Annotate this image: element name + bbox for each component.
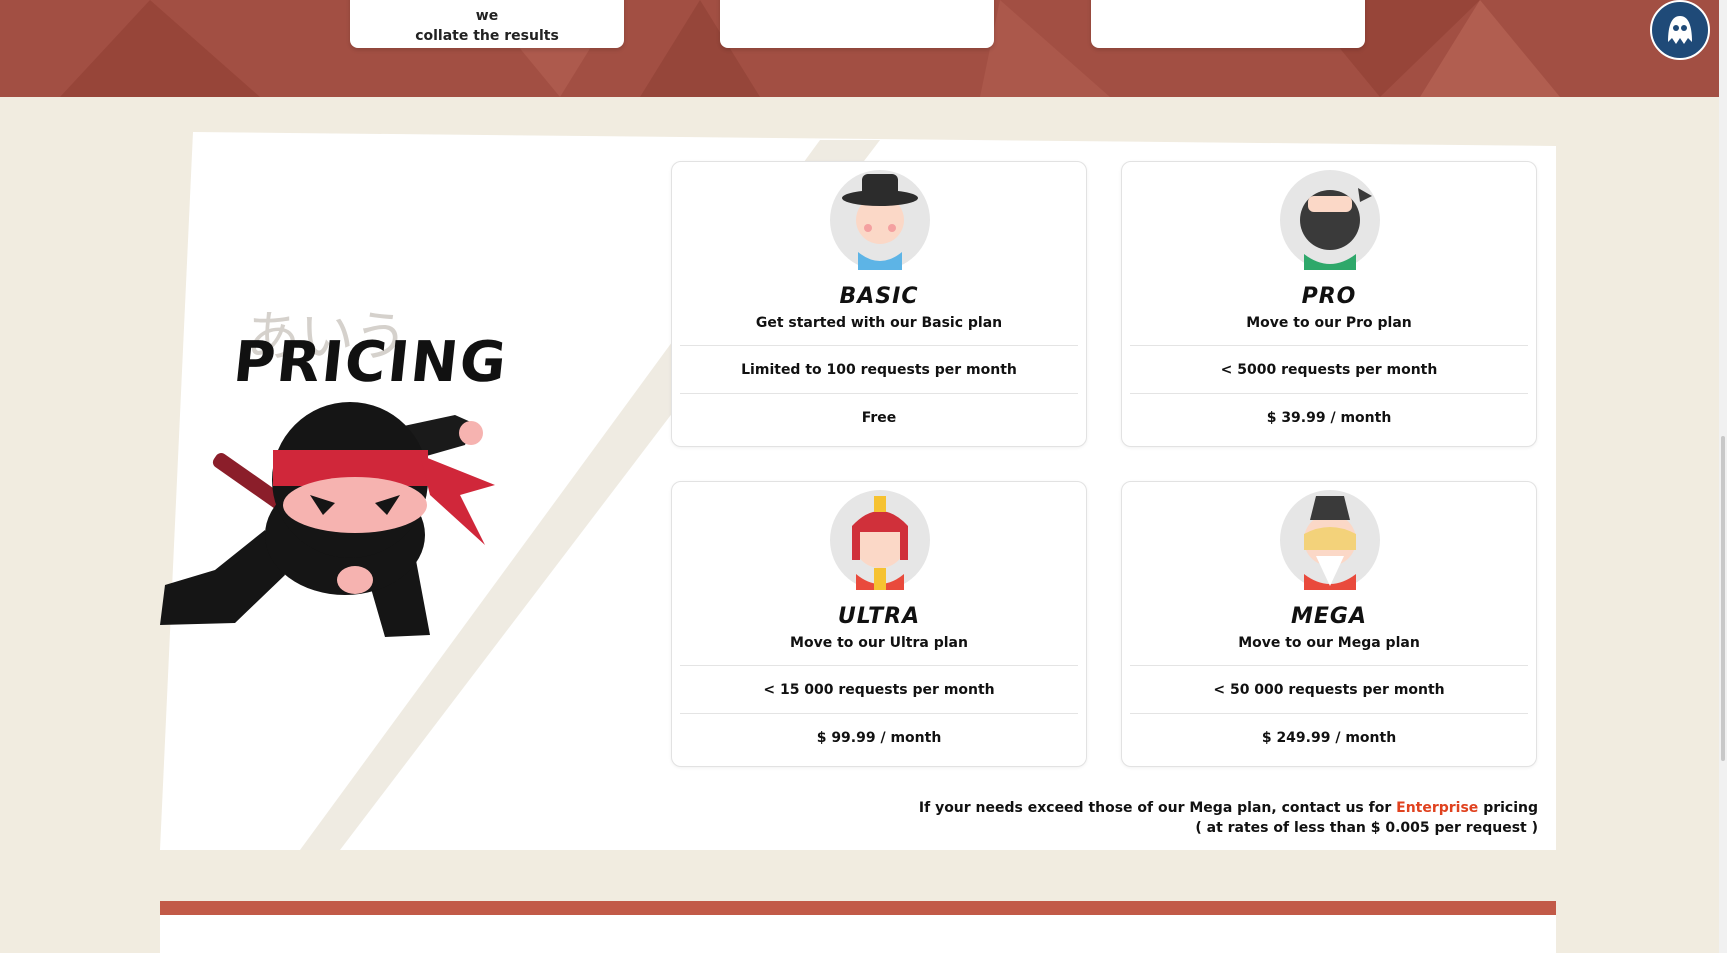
plan-description: Move to our Ultra plan [790,635,968,651]
mega-avatar-icon [1280,490,1380,590]
divider [1130,345,1528,346]
plan-name: MEGA [1290,604,1367,629]
plan-limit: < 5000 requests per month [1220,362,1438,378]
divider [680,713,1078,714]
divider [680,393,1078,394]
section-divider-bar [160,901,1556,915]
divider [680,665,1078,666]
feature-card-text: that are in common use and we [376,0,598,24]
plan-limit: Limited to 100 requests per month [741,362,1017,378]
enterprise-note: If your needs exceed those of our Mega p… [919,800,1538,816]
plan-card-pro[interactable]: PRO Move to our Pro plan < 5000 requests… [1121,161,1537,447]
plan-name: BASIC [839,284,919,309]
feature-card-text: addresses [1091,0,1365,6]
enterprise-rate-note: ( at rates of less than $ 0.005 per requ… [1195,820,1538,836]
plan-limit: < 50 000 requests per month [1213,682,1445,698]
feature-card-text: collate the results [415,28,559,44]
scrollbar-thumb[interactable] [1721,436,1725,761]
plan-name: ULTRA [837,604,921,629]
pricing-title: PRICING [230,330,512,395]
divider [1130,393,1528,394]
feature-card-1: that are in common use and we collate th… [350,0,624,48]
plan-limit: < 15 000 requests per month [763,682,995,698]
pro-avatar-icon [1280,170,1380,270]
ghost-chat-icon[interactable] [1650,0,1710,60]
plan-description: Move to our Mega plan [1238,635,1420,651]
plan-description: Move to our Pro plan [1246,315,1412,331]
plan-price: $ 99.99 / month [816,730,942,746]
plan-price: Free [861,410,897,426]
plan-card-basic[interactable]: BASIC Get started with our Basic plan Li… [671,161,1087,447]
basic-avatar-icon [830,170,930,270]
plan-price: $ 39.99 / month [1266,410,1392,426]
plan-card-mega[interactable]: MEGA Move to our Mega plan < 50 000 requ… [1121,481,1537,767]
note-suffix: pricing [1483,800,1538,816]
plan-price: $ 249.99 / month [1261,730,1397,746]
plan-name: PRO [1301,284,1357,309]
enterprise-link[interactable]: Enterprise [1396,800,1478,816]
note-prefix: If your needs exceed those of our Mega p… [918,800,1392,816]
divider [1130,713,1528,714]
divider [1130,665,1528,666]
feature-card-2 [720,0,994,48]
divider [680,345,1078,346]
ninja-illustration [160,402,495,637]
plan-description: Get started with our Basic plan [755,315,1003,331]
plan-card-ultra[interactable]: ULTRA Move to our Ultra plan < 15 000 re… [671,481,1087,767]
next-section [160,915,1556,953]
ultra-avatar-icon [830,490,930,590]
feature-card-3: addresses [1091,0,1365,48]
